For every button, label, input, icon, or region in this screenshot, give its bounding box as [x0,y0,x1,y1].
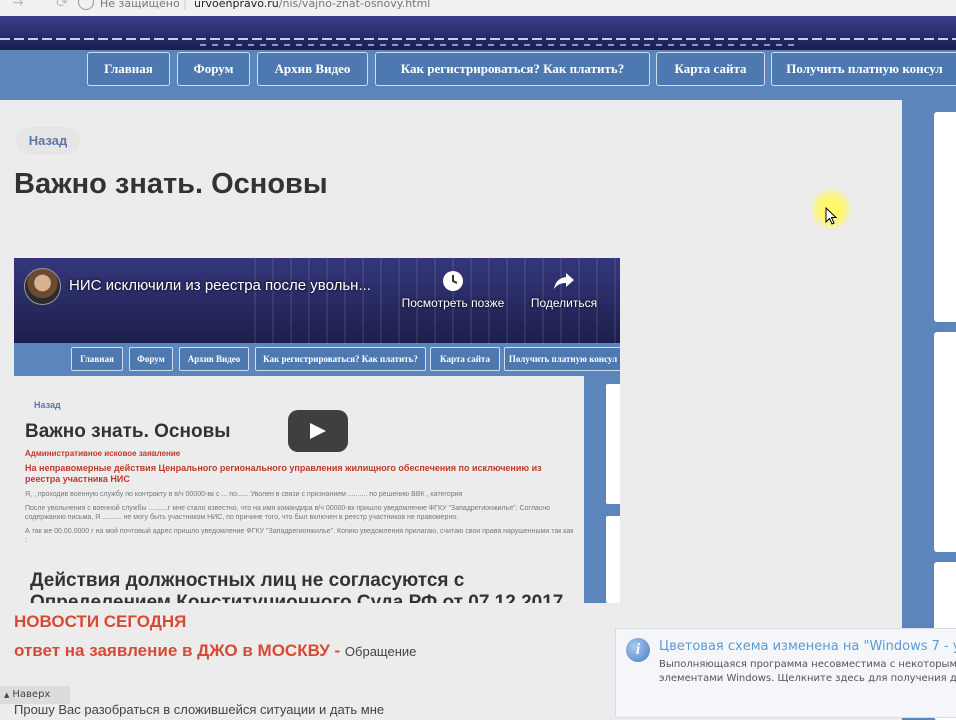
channel-avatar[interactable] [24,268,61,305]
video-body-paragraph: А так же 00.00.0000 г на мой почтовый ад… [25,528,574,544]
banner-decor [0,38,956,40]
news-excerpt: Прошу Вас разобраться в сложившейся ситу… [14,702,385,717]
url-field[interactable]: urvoenpravo.ru/nis/vajno-znat-osnovy.htm… [194,0,430,10]
nav-video-archive[interactable]: Архив Видео [257,52,368,86]
video-sidebar-card [606,384,620,504]
news-heading: НОВОСТИ СЕГОДНЯ [14,612,187,631]
video-big-line: Определением Конституционного Суда РФ от… [30,592,564,603]
security-label: Не защищено [100,0,180,10]
video-sidebar-card [606,516,620,603]
url-path: /nis/vajno-znat-osnovy.html [278,0,431,10]
video-title[interactable]: НИС исключили из реестра после увольн... [69,277,371,294]
notification-title: Цветовая схема изменена на "Windows 7 - … [659,639,956,654]
video-big-text: Действия должностных лиц не согласуются … [30,570,590,603]
browser-address-bar: → ⟳ Не защищено | urvoenpravo.ru/nis/vaj… [0,0,956,16]
share-button[interactable]: Поделиться [527,270,601,310]
video-subtitle-2: На неправомерные действия Ценрального ре… [25,463,542,484]
news-item-tag[interactable]: Обращение [345,644,416,659]
video-nav-item: Форум [129,347,173,371]
up-arrow-icon: ▲ [4,691,10,699]
news-item[interactable]: ответ на заявление в ДЖО в МОСКВУ - Обра… [14,641,416,661]
video-nav-item: Главная [71,347,123,371]
back-button[interactable]: Назад [16,127,80,155]
scroll-to-top-button[interactable]: ▲ Наверх [0,686,70,704]
nav-sitemap[interactable]: Карта сайта [656,52,765,86]
nav-how-to-register[interactable]: Как регистрироваться? Как платить? [375,52,650,86]
info-icon: i [626,638,650,662]
main-nav: Главная Форум Архив Видео Как регистриро… [0,50,956,100]
scroll-to-top-label: Наверх [12,689,51,700]
back-forward-refresh-icons[interactable]: → ⟳ [12,0,82,11]
share-icon [554,273,574,289]
sidebar-card [934,332,956,552]
mouse-pointer-icon [825,207,837,225]
video-body-paragraph: Я, , проходив военную службу по контракт… [25,491,463,498]
video-nav-item: Как регистрироваться? Как платить? [255,347,426,371]
play-button[interactable] [288,410,348,452]
video-frame-nav: Главная Форум Архив Видео Как регистриро… [14,343,620,376]
video-body-text: Я, , проходив военную службу по контракт… [25,490,577,550]
info-icon[interactable] [78,0,94,10]
video-frame-sidebar [584,376,620,603]
notification-line: Выполняющаяся программа несовместима с н… [659,659,956,670]
nav-paid-consult[interactable]: Получить платную консул [771,52,956,86]
site-header-banner [0,16,956,50]
mouse-cursor-highlight [810,188,852,230]
page-title: Важно знать. Основы [14,168,328,200]
windows-notification[interactable]: i Цветовая схема изменена на "Windows 7 … [615,628,956,718]
nav-forum[interactable]: Форум [177,52,250,86]
watch-later-button[interactable]: Посмотреть позже [401,270,505,310]
share-label: Поделиться [530,296,598,310]
notification-body: Выполняющаяся программа несовместима с н… [659,658,956,686]
video-body-paragraph: После увольнения с военной службы ......… [25,505,551,521]
video-back-label: Назад [34,400,61,410]
nav-home[interactable]: Главная [87,52,170,86]
video-nav-item: Карта сайта [430,347,500,371]
news-item-title[interactable]: ответ на заявление в ДЖО в МОСКВУ - [14,641,340,660]
separator: | [183,0,187,10]
video-nav-item: Получить платную консул [504,347,620,371]
watch-later-label: Посмотреть позже [401,296,505,310]
video-big-line: Действия должностных лиц не согласуются … [30,570,465,591]
video-nav-item: Архив Видео [179,347,249,371]
sidebar-card [934,112,956,322]
video-page-title: Важно знать. Основы [25,421,231,442]
notification-line: элементами Windows. Щелкните здесь для п… [659,673,956,684]
youtube-video-player[interactable]: Главная Форум Архив Видео Как регистриро… [14,258,620,603]
play-icon [310,423,326,439]
video-subtitle-1: Административное исковое заявление [25,449,181,458]
url-host: urvoenpravo.ru [194,0,279,10]
banner-decor-2 [200,44,800,46]
clock-icon [443,271,463,291]
